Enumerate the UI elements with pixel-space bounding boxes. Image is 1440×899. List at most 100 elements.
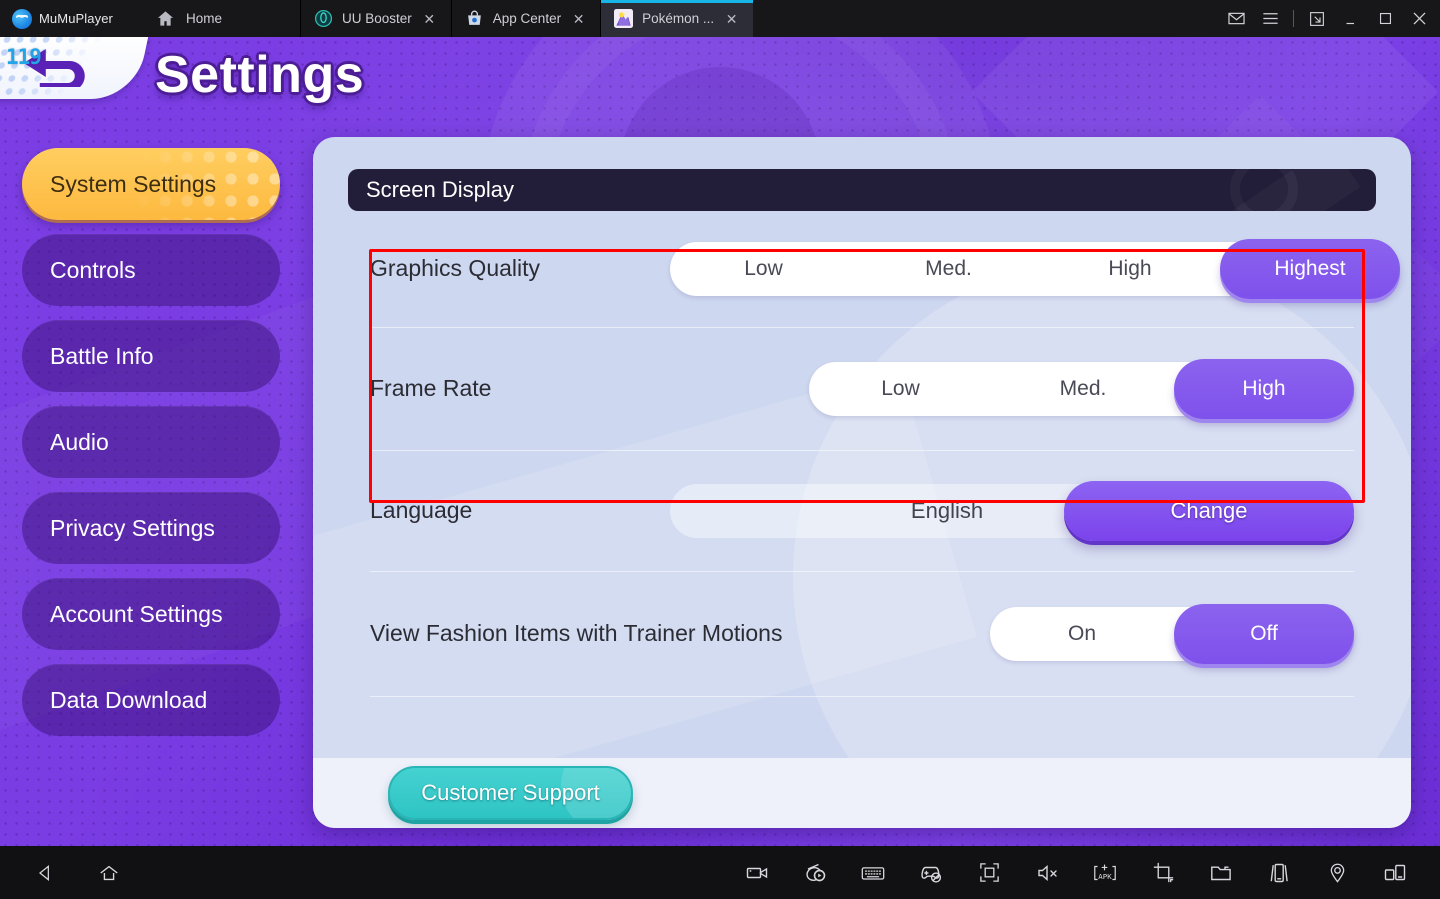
titlebar-divider (1293, 10, 1294, 27)
row-fashion-items-label: View Fashion Items with Trainer Motions (370, 620, 783, 647)
settings-panel-body: Screen Display Graphics Quality Low Med.… (313, 137, 1411, 828)
graphics-quality-option-med[interactable]: Med. (857, 242, 1040, 296)
mumuplayer-logo-icon (12, 8, 32, 29)
row-frame-rate-label: Frame Rate (370, 375, 492, 402)
app-brand: MuMuPlayer (0, 0, 130, 37)
row-frame-rate: Frame Rate Low Med. High (348, 328, 1376, 450)
row-graphics-quality-label: Graphics Quality (370, 255, 541, 282)
graphics-quality-option-high[interactable]: High (1040, 242, 1220, 296)
row-language-label: Language (370, 497, 473, 524)
bottom-toolbar-left (0, 856, 126, 890)
graphics-quality-option-highest[interactable]: Highest (1220, 239, 1400, 299)
row-frame-rate-control: Low Med. High (809, 359, 1354, 419)
sidebar-item-account-settings[interactable]: Account Settings (22, 578, 280, 650)
sidebar-item-privacy-settings-label: Privacy Settings (50, 514, 215, 541)
page-title: Settings (155, 46, 365, 104)
titlebar-spacer (753, 0, 1219, 37)
shared-folder-icon[interactable] (1204, 856, 1238, 890)
sidebar-item-controls-label: Controls (50, 256, 136, 283)
sidebar-item-controls[interactable]: Controls (22, 234, 280, 306)
sidebar-item-battle-info[interactable]: Battle Info (22, 320, 280, 392)
row-fashion-items-control: On Off (990, 604, 1354, 664)
tab-home[interactable]: Home (130, 0, 300, 37)
record-video-icon[interactable] (740, 856, 774, 890)
mute-icon[interactable] (1030, 856, 1064, 890)
row-graphics-quality: Graphics Quality Low Med. High Highest (348, 211, 1400, 327)
menu-icon[interactable] (1253, 0, 1287, 37)
tab-app-center[interactable]: App Center ✕ (450, 0, 600, 37)
section-header-label: Screen Display (366, 177, 514, 202)
change-language-button[interactable]: Change (1064, 481, 1354, 541)
row-fashion-items: View Fashion Items with Trainer Motions … (348, 572, 1376, 696)
row-language: Language English Change (348, 451, 1376, 571)
maximize-icon[interactable] (1368, 0, 1402, 37)
tab-home-label: Home (186, 11, 223, 26)
fashion-items-option-off[interactable]: Off (1174, 604, 1354, 664)
mumuplayer-window: MuMuPlayer Home UU Booster ✕ App Center … (0, 0, 1440, 899)
fps-counter-badge: 119 (6, 45, 42, 69)
settings-panel: Screen Display Graphics Quality Low Med.… (313, 137, 1411, 828)
tab-uu-booster[interactable]: UU Booster ✕ (300, 0, 451, 37)
customer-support-button[interactable]: Customer Support (388, 766, 633, 820)
tab-pokemon-label: Pokémon ... (642, 11, 715, 26)
svg-text:APK: APK (1098, 872, 1112, 881)
app-brand-label: MuMuPlayer (39, 11, 113, 26)
sidebar-item-data-download-label: Data Download (50, 686, 208, 713)
screenshot-crop-icon[interactable] (1146, 856, 1180, 890)
app-center-icon (465, 9, 484, 28)
frame-rate-option-med[interactable]: Med. (992, 362, 1174, 416)
mail-icon[interactable] (1219, 0, 1253, 37)
keyboard-mapping-icon[interactable] (856, 856, 890, 890)
sidebar-item-system-settings[interactable]: System Settings (22, 148, 280, 220)
sidebar-item-audio[interactable]: Audio (22, 406, 280, 478)
multi-window-icon[interactable] (1378, 856, 1412, 890)
tab-app-center-close-icon[interactable]: ✕ (570, 10, 587, 27)
title-bar: MuMuPlayer Home UU Booster ✕ App Center … (0, 0, 1440, 37)
home-nav-icon[interactable] (92, 856, 126, 890)
location-icon[interactable] (1320, 856, 1354, 890)
row-divider-4 (370, 696, 1354, 697)
uu-booster-icon (314, 9, 333, 28)
gamepad-disabled-icon[interactable] (914, 856, 948, 890)
fashion-items-segmented-control: On Off (990, 604, 1354, 664)
language-value-field: English Change (670, 481, 1354, 541)
sidebar-item-system-settings-label: System Settings (50, 170, 217, 197)
sidebar-item-privacy-settings[interactable]: Privacy Settings (22, 492, 280, 564)
section-header-screen-display: Screen Display (348, 169, 1376, 211)
row-language-control: English Change (670, 481, 1354, 541)
sidebar-item-account-settings-label: Account Settings (50, 600, 223, 627)
customer-support-label: Customer Support (421, 780, 600, 805)
tab-pokemon[interactable]: Pokémon ... ✕ (600, 0, 754, 37)
frame-rate-option-high[interactable]: High (1174, 359, 1354, 419)
sidebar-item-audio-label: Audio (50, 428, 109, 455)
frame-rate-option-low[interactable]: Low (809, 362, 992, 416)
bottom-toolbar: APK (0, 846, 1440, 899)
graphics-quality-option-low[interactable]: Low (670, 242, 857, 296)
window-controls (1219, 0, 1440, 37)
close-icon[interactable] (1402, 0, 1436, 37)
tab-uu-booster-label: UU Booster (342, 11, 412, 26)
restore-corner-icon[interactable] (1300, 0, 1334, 37)
settings-panel-footer: Customer Support (313, 758, 1411, 828)
sidebar-item-battle-info-label: Battle Info (50, 342, 154, 369)
frame-rate-segmented-control: Low Med. High (809, 359, 1354, 419)
macro-record-icon[interactable] (798, 856, 832, 890)
tab-pokemon-close-icon[interactable]: ✕ (723, 10, 740, 27)
settings-panel-content: Screen Display Graphics Quality Low Med.… (348, 169, 1400, 697)
install-apk-icon[interactable]: APK (1088, 856, 1122, 890)
back-nav-icon[interactable] (28, 856, 62, 890)
tab-app-center-label: App Center (492, 11, 562, 26)
settings-sidebar: System Settings Controls Battle Info Aud… (22, 148, 280, 736)
pokemon-game-icon (614, 9, 634, 28)
game-stage: 119 Settings System Settings Controls Ba… (0, 37, 1440, 846)
sidebar-item-data-download[interactable]: Data Download (22, 664, 280, 736)
home-icon (156, 9, 175, 28)
graphics-quality-segmented-control: Low Med. High Highest (670, 239, 1400, 299)
row-graphics-quality-control: Low Med. High Highest (670, 239, 1400, 299)
fullscreen-icon[interactable] (972, 856, 1006, 890)
fashion-items-option-on[interactable]: On (990, 607, 1174, 661)
minimize-icon[interactable] (1334, 0, 1368, 37)
bottom-toolbar-right: APK (740, 856, 1440, 890)
tab-uu-booster-close-icon[interactable]: ✕ (421, 10, 438, 27)
shake-device-icon[interactable] (1262, 856, 1296, 890)
